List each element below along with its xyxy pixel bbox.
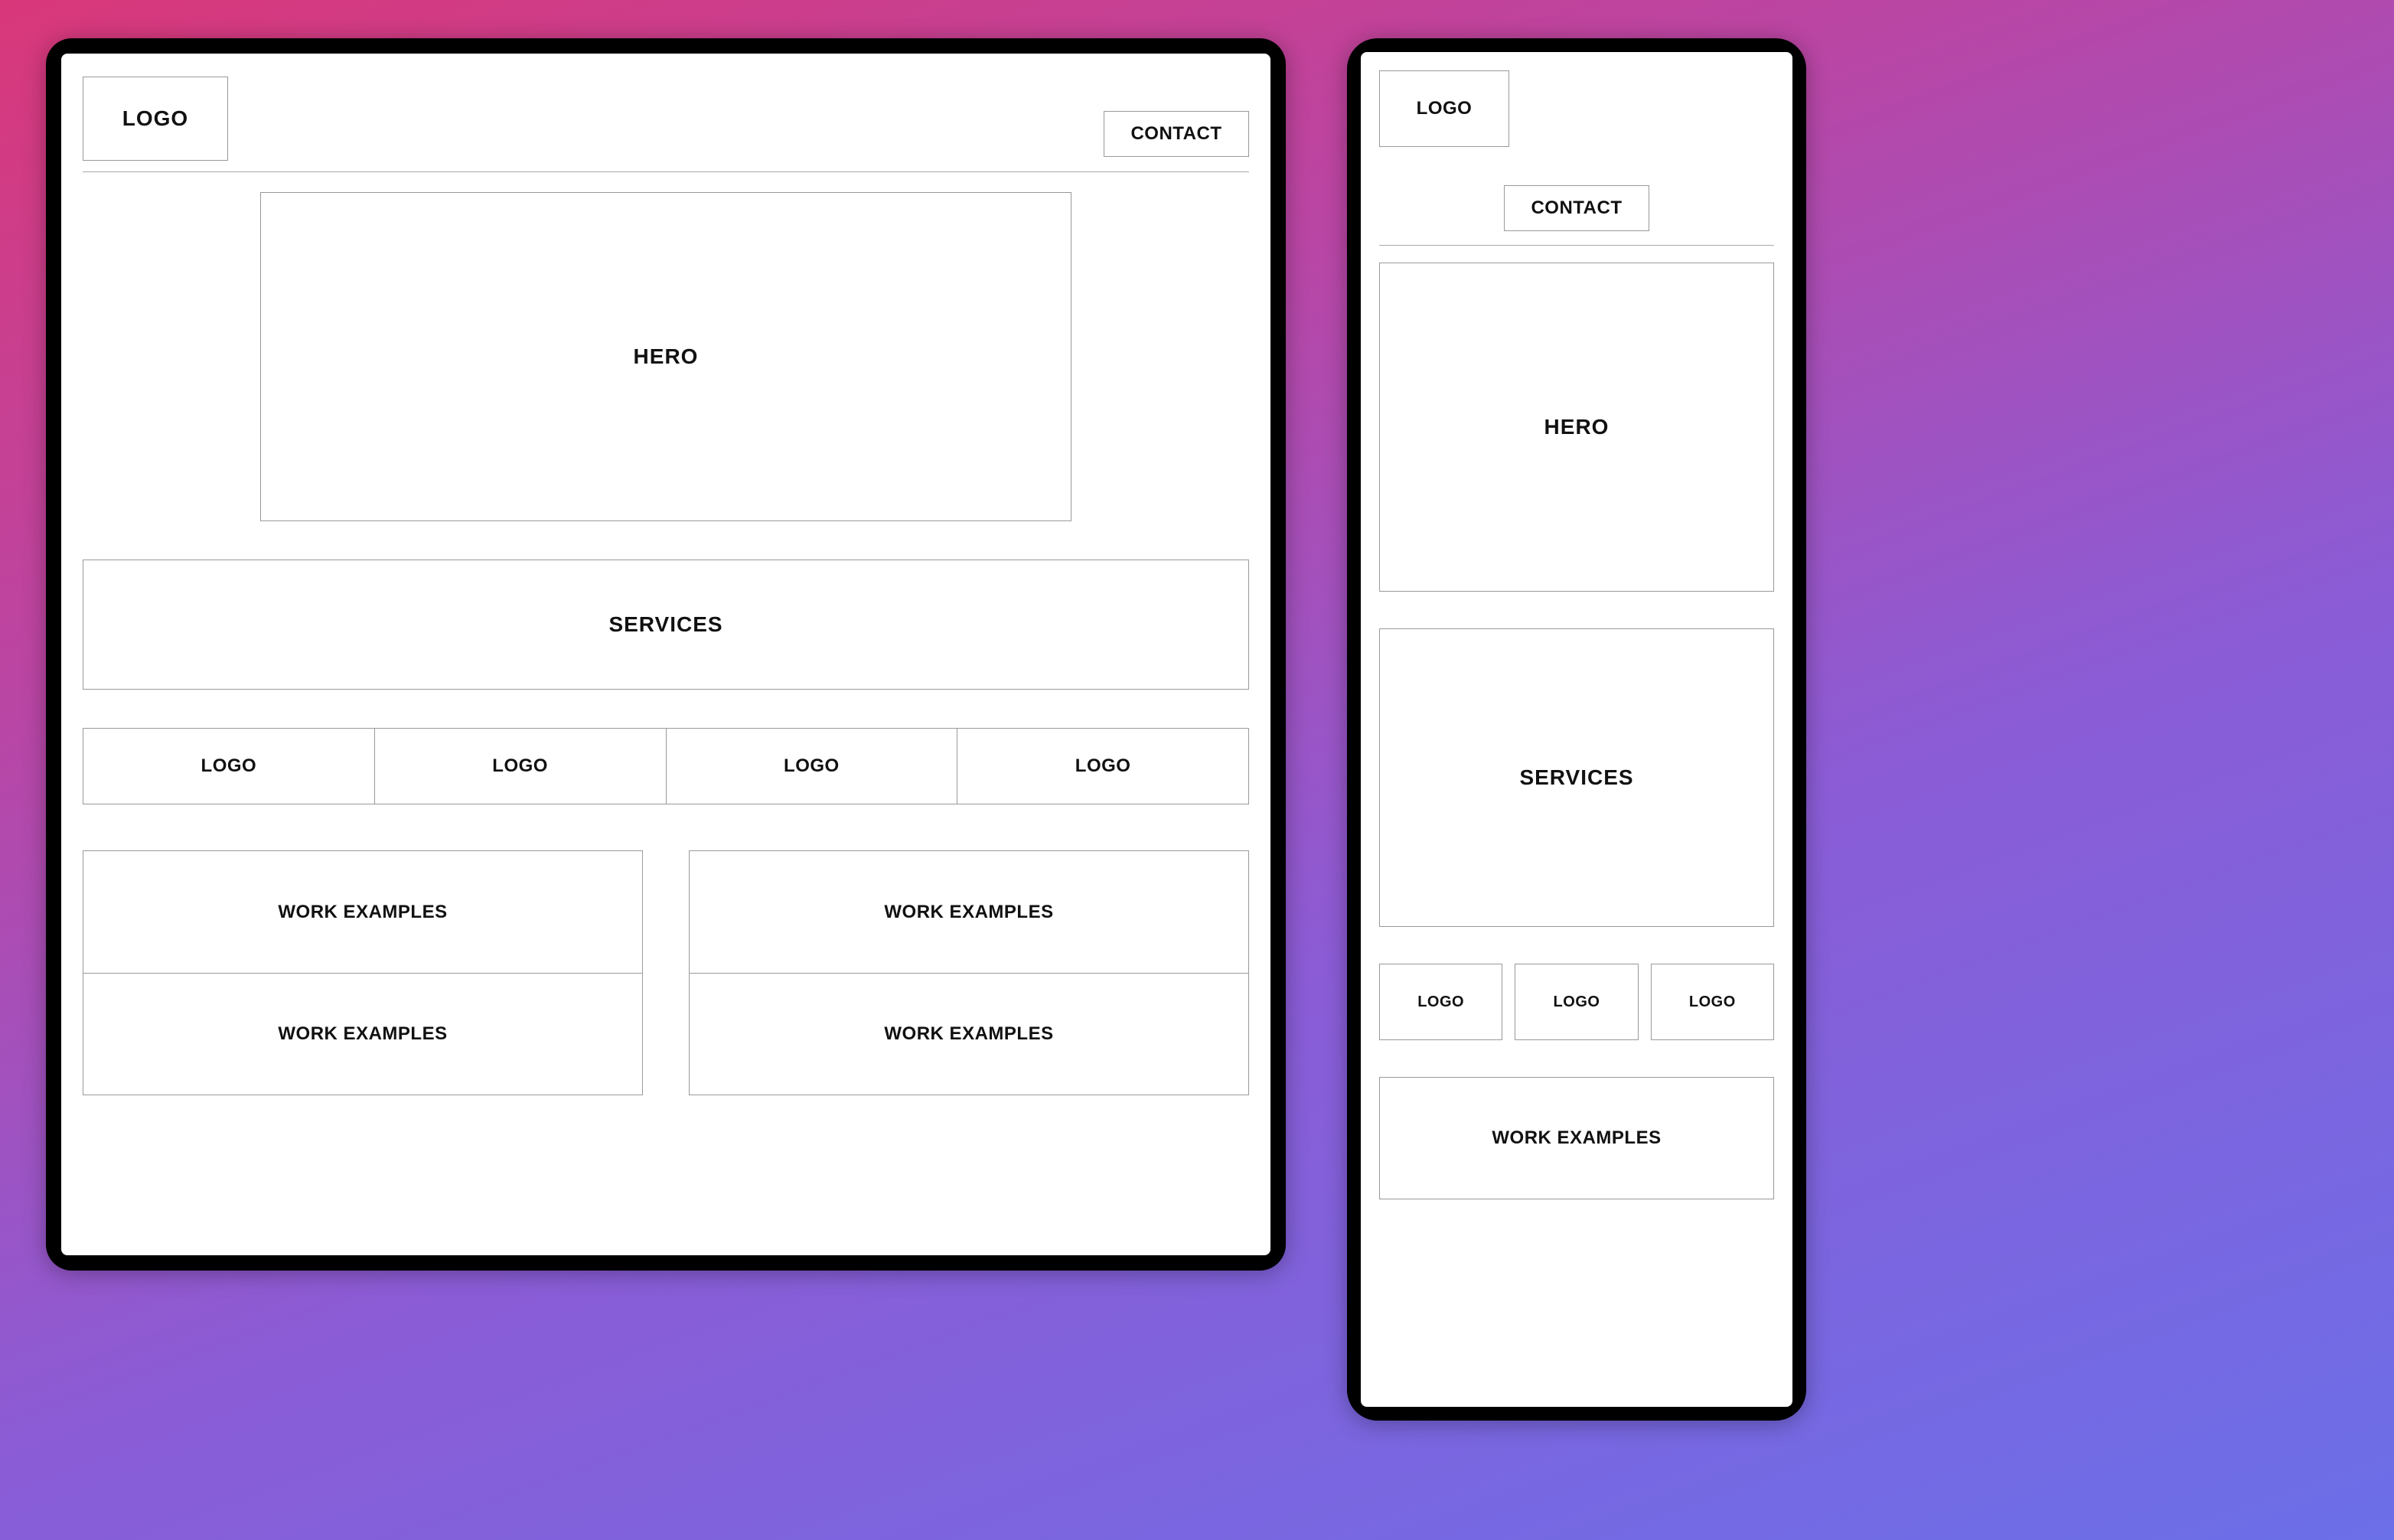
phone-device-frame: LOGO CONTACT HERO SERVICES LOGO LOGO LOG… — [1347, 38, 1806, 1421]
phone-logo-item: LOGO — [1379, 964, 1502, 1040]
phone-header-divider — [1379, 245, 1774, 246]
phone-work-example: WORK EXAMPLES — [1379, 1077, 1774, 1199]
tablet-logo-item: LOGO — [83, 728, 374, 804]
phone-contact-row: CONTACT — [1379, 185, 1774, 231]
tablet-device-frame: LOGO CONTACT HERO SERVICES LOGO LOGO LOG… — [46, 38, 1286, 1271]
phone-logo-item: LOGO — [1515, 964, 1638, 1040]
tablet-contact-button[interactable]: CONTACT — [1104, 111, 1249, 157]
phone-contact-label: CONTACT — [1531, 197, 1622, 219]
tablet-work-examples-grid: WORK EXAMPLES WORK EXAMPLES WORK EXAMPLE… — [83, 850, 1249, 1095]
tablet-logo-row: LOGO LOGO LOGO LOGO — [83, 728, 1249, 804]
tablet-logo-item: LOGO — [374, 728, 666, 804]
tablet-logo-item-label: LOGO — [201, 755, 257, 777]
tablet-logo-item-label: LOGO — [784, 755, 840, 777]
phone-logo-item: LOGO — [1651, 964, 1774, 1040]
tablet-services-placeholder: SERVICES — [83, 560, 1249, 690]
tablet-logo-item-label: LOGO — [492, 755, 548, 777]
phone-services-placeholder: SERVICES — [1379, 628, 1774, 927]
tablet-work-example: WORK EXAMPLES — [83, 850, 643, 973]
tablet-contact-label: CONTACT — [1130, 123, 1221, 145]
phone-logo-item-label: LOGO — [1689, 993, 1736, 1011]
phone-logo-label: LOGO — [1417, 98, 1473, 119]
tablet-logo-item: LOGO — [957, 728, 1249, 804]
tablet-logo-label: LOGO — [122, 106, 188, 131]
tablet-work-example-label: WORK EXAMPLES — [278, 902, 447, 923]
tablet-hero-placeholder: HERO — [260, 192, 1071, 521]
phone-contact-button[interactable]: CONTACT — [1504, 185, 1649, 231]
tablet-work-example-label: WORK EXAMPLES — [884, 1023, 1053, 1045]
phone-screen: LOGO CONTACT HERO SERVICES LOGO LOGO LOG… — [1361, 52, 1792, 1407]
phone-logo-item-label: LOGO — [1554, 993, 1600, 1011]
tablet-services-label: SERVICES — [608, 612, 722, 637]
tablet-screen: LOGO CONTACT HERO SERVICES LOGO LOGO LOG… — [61, 54, 1270, 1255]
tablet-work-example: WORK EXAMPLES — [689, 850, 1249, 973]
tablet-hero-label: HERO — [634, 344, 699, 369]
tablet-logo-placeholder: LOGO — [83, 77, 228, 161]
tablet-logo-item-label: LOGO — [1075, 755, 1131, 777]
tablet-work-col-right: WORK EXAMPLES WORK EXAMPLES — [689, 850, 1249, 1095]
tablet-header-divider — [83, 171, 1249, 172]
tablet-work-example-label: WORK EXAMPLES — [278, 1023, 447, 1045]
tablet-work-col-left: WORK EXAMPLES WORK EXAMPLES — [83, 850, 643, 1095]
phone-work-example-label: WORK EXAMPLES — [1492, 1127, 1661, 1149]
tablet-work-example: WORK EXAMPLES — [83, 973, 643, 1095]
tablet-header: LOGO CONTACT — [83, 77, 1249, 161]
phone-logo-placeholder: LOGO — [1379, 70, 1509, 147]
phone-logo-row: LOGO LOGO LOGO — [1379, 964, 1774, 1040]
phone-services-label: SERVICES — [1519, 765, 1633, 790]
phone-hero-label: HERO — [1544, 415, 1610, 439]
phone-logo-item-label: LOGO — [1417, 993, 1464, 1011]
tablet-work-example-label: WORK EXAMPLES — [884, 902, 1053, 923]
tablet-work-example: WORK EXAMPLES — [689, 973, 1249, 1095]
phone-hero-placeholder: HERO — [1379, 263, 1774, 592]
tablet-logo-item: LOGO — [666, 728, 957, 804]
